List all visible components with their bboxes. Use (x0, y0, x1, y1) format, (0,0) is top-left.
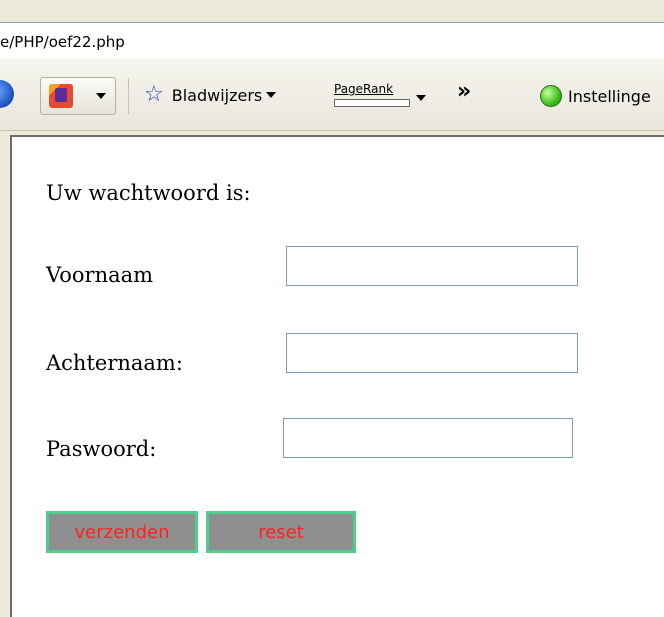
browser-toolbar: ☆ Bladwijzers PageRank » Instellinge (0, 58, 664, 131)
submit-button[interactable]: verzenden (46, 511, 198, 553)
firstname-input[interactable] (286, 246, 578, 286)
lastname-label: Achternaam: (46, 351, 183, 375)
firstname-label: Voornaam (46, 263, 154, 287)
settings-label: Instellinge (568, 86, 651, 106)
pagerank-widget[interactable]: PageRank (334, 78, 426, 112)
status-green-icon (540, 85, 562, 107)
browser-logo-icon[interactable] (0, 80, 14, 108)
password-label: Paswoord: (46, 437, 157, 461)
bookmarks-button[interactable]: ☆ Bladwijzers (144, 80, 277, 110)
pagerank-bar (334, 99, 410, 107)
bookmarks-label: Bladwijzers (171, 85, 263, 105)
double-chevron-right-icon: » (457, 78, 472, 104)
more-tools-button[interactable]: » (457, 76, 471, 106)
app-icon (49, 84, 73, 108)
content-area: Uw wachtwoord is: Voornaam Achternaam: P… (0, 131, 664, 617)
settings-button[interactable]: Instellinge (540, 82, 651, 110)
app-menu-button[interactable] (40, 77, 116, 115)
pagerank-label: PageRank (334, 82, 394, 96)
chevron-down-icon (416, 95, 426, 101)
address-bar: e/PHP/oef22.php (0, 10, 664, 62)
address-field[interactable]: e/PHP/oef22.php (0, 22, 664, 62)
password-result-text: Uw wachtwoord is: (46, 181, 251, 205)
reset-button[interactable]: reset (206, 511, 356, 553)
toolbar-separator (128, 78, 129, 114)
chevron-down-icon (96, 93, 106, 99)
address-url: e/PHP/oef22.php (0, 33, 125, 51)
browser-window: e/PHP/oef22.php ☆ Bladwijzers PageRank » (0, 0, 664, 617)
password-input[interactable] (283, 418, 573, 458)
chevron-down-icon (266, 92, 277, 98)
star-icon: ☆ (144, 82, 164, 107)
page-body: Uw wachtwoord is: Voornaam Achternaam: P… (10, 135, 664, 617)
lastname-input[interactable] (286, 333, 578, 373)
